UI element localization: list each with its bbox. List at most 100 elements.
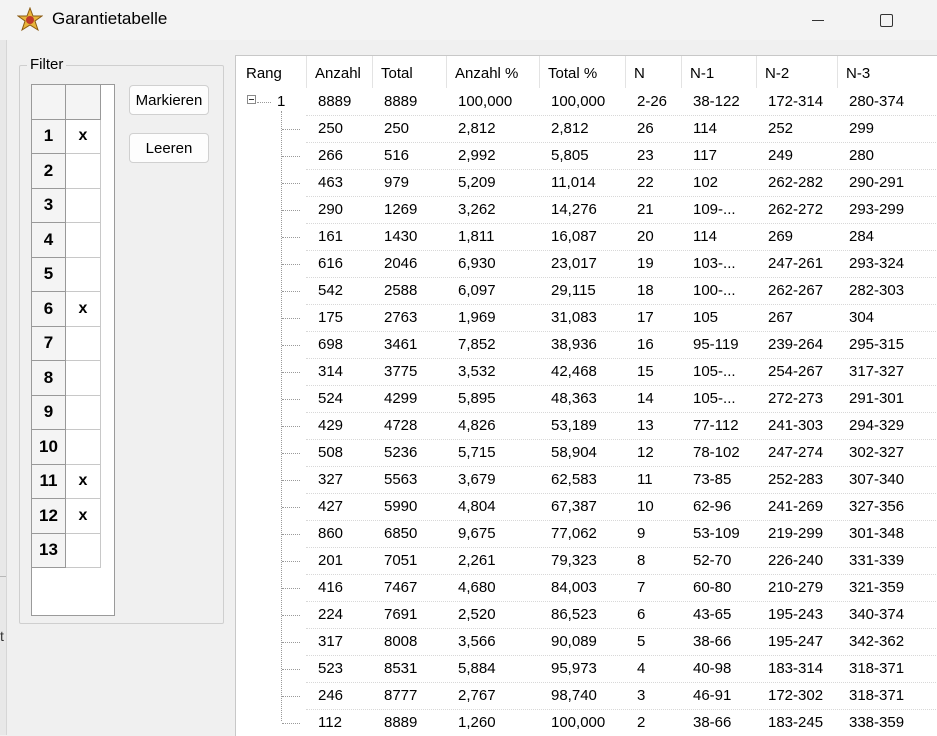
table-row[interactable]: 314 3775 3,532 42,468 15 105-... 254-267 317-32… xyxy=(236,359,937,386)
column-header[interactable]: N-3 xyxy=(846,65,870,82)
filter-row-mark[interactable] xyxy=(66,361,101,396)
row-separator xyxy=(306,412,937,413)
filter-row-mark[interactable] xyxy=(66,430,101,465)
filter-row[interactable]: 12 x xyxy=(32,499,114,534)
filter-row-mark[interactable] xyxy=(66,326,101,361)
filter-row[interactable]: 13 xyxy=(32,533,114,568)
tree-connector xyxy=(282,399,300,400)
filter-row[interactable]: 11 x xyxy=(32,464,114,499)
column-separator[interactable] xyxy=(539,56,540,88)
table-cell: 105 xyxy=(693,309,719,326)
column-header[interactable]: N xyxy=(634,65,645,82)
filter-row-mark[interactable] xyxy=(66,223,101,258)
table-cell: 105-... xyxy=(693,390,736,407)
filter-row[interactable]: 6x xyxy=(32,292,114,327)
table-row[interactable]: 246 8777 2,767 98,740 3 46-91 172-302 318-371 xyxy=(236,683,937,710)
table-row[interactable]: 175 2763 1,969 31,083 17 105 267 304 xyxy=(236,305,937,332)
column-header[interactable]: Rang xyxy=(246,65,282,82)
table-row[interactable]: 427 5990 4,804 67,387 10 62-96 241-269 327-356 xyxy=(236,494,937,521)
table-cell: 2046 xyxy=(384,255,418,272)
column-separator[interactable] xyxy=(372,56,373,88)
table-cell: 8 xyxy=(637,552,646,569)
table-cell: 67,387 xyxy=(551,498,597,515)
guarantee-tree-table[interactable]: Rang Anzahl Total Anzahl % Total % N N-1 N-2 N-3… xyxy=(235,55,937,736)
filter-row[interactable]: 1x xyxy=(32,119,114,154)
table-cell: 5 xyxy=(637,633,646,650)
column-separator[interactable] xyxy=(306,56,307,88)
table-row[interactable]: 508 5236 5,715 58,904 12 78-102 247-274 302-327 xyxy=(236,440,937,467)
table-row[interactable]: 201 7051 2,261 79,323 8 52-70 226-240 331-339 xyxy=(236,548,937,575)
tree-connector xyxy=(282,237,300,238)
filter-row[interactable]: 7 xyxy=(32,326,114,361)
row-separator xyxy=(306,250,937,251)
minimize-button[interactable] xyxy=(798,6,838,34)
table-row[interactable]: 161 1430 1,811 16,087 20 114 269 284 xyxy=(236,224,937,251)
table-row[interactable]: 463 979 5,209 11,014 22 102 262-282 290-291 xyxy=(236,170,937,197)
column-header[interactable]: Anzahl % xyxy=(455,65,518,82)
filter-row-mark[interactable]: x xyxy=(66,499,101,534)
table-row[interactable]: 416 7467 4,680 84,003 7 60-80 210-279 321-359 xyxy=(236,575,937,602)
column-separator[interactable] xyxy=(625,56,626,88)
column-separator[interactable] xyxy=(756,56,757,88)
table-cell: 318-371 xyxy=(849,660,905,677)
tree-connector xyxy=(282,723,300,724)
filter-row-mark[interactable] xyxy=(66,188,101,223)
row-separator xyxy=(306,574,937,575)
filter-row-mark[interactable]: x xyxy=(66,464,101,499)
clear-button[interactable]: Leeren xyxy=(129,133,209,163)
table-row[interactable]: 860 6850 9,675 77,062 9 53-109 219-299 301-348 xyxy=(236,521,937,548)
table-row[interactable]: 250 250 2,812 2,812 26 114 252 299 xyxy=(236,116,937,143)
table-row[interactable]: 224 7691 2,520 86,523 6 43-65 195-243 340-374 xyxy=(236,602,937,629)
table-row[interactable]: 290 1269 3,262 14,276 21 109-... 262-272 293-29… xyxy=(236,197,937,224)
table-cell: 8889 xyxy=(384,714,418,731)
filter-row-mark[interactable] xyxy=(66,533,101,568)
filter-row[interactable]: 5 xyxy=(32,257,114,292)
table-row[interactable]: 542 2588 6,097 29,115 18 100-... 262-267 282-30… xyxy=(236,278,937,305)
table-row[interactable]: 266 516 2,992 5,805 23 117 249 280 xyxy=(236,143,937,170)
table-cell: 103-... xyxy=(693,255,736,272)
filter-row-mark[interactable] xyxy=(66,154,101,189)
table-cell: 2763 xyxy=(384,309,418,326)
table-cell: 307-340 xyxy=(849,471,905,488)
tree-root-row[interactable]: 1 8889 8889 100,000 100,000 2-26 38-122 … xyxy=(236,89,937,116)
filter-row[interactable]: 2 xyxy=(32,154,114,189)
app-logo-icon xyxy=(17,7,43,32)
table-row[interactable]: 698 3461 7,852 38,936 16 95-119 239-264 295-315 xyxy=(236,332,937,359)
column-header[interactable]: Anzahl xyxy=(315,65,361,82)
table-cell: 239-264 xyxy=(768,336,824,353)
table-row[interactable]: 327 5563 3,679 62,583 11 73-85 252-283 307-340 xyxy=(236,467,937,494)
column-header[interactable]: Total xyxy=(381,65,413,82)
filter-row[interactable]: 8 xyxy=(32,361,114,396)
column-header[interactable]: Total % xyxy=(548,65,597,82)
tree-connector xyxy=(282,507,300,508)
table-cell: 13 xyxy=(637,417,654,434)
table-row[interactable]: 523 8531 5,884 95,973 4 40-98 183-314 318-371 xyxy=(236,656,937,683)
filter-grid[interactable]: 1 x 2 3 4 5 6 x 7 8 9 10 11 x 12 x 13 xyxy=(31,84,115,616)
filter-row[interactable]: 3 xyxy=(32,188,114,223)
column-separator[interactable] xyxy=(446,56,447,88)
root-n: 2-26 xyxy=(637,93,668,110)
mark-button[interactable]: Markieren xyxy=(129,85,209,115)
filter-row-mark[interactable]: x xyxy=(66,119,101,154)
table-cell: 5990 xyxy=(384,498,418,515)
filter-row[interactable]: 10 xyxy=(32,430,114,465)
table-row[interactable]: 112 8889 1,260 100,000 2 38-66 183-245 338-359 xyxy=(236,710,937,736)
table-cell: 295-315 xyxy=(849,336,905,353)
table-row[interactable]: 429 4728 4,826 53,189 13 77-112 241-303 294-329 xyxy=(236,413,937,440)
table-cell: 262-267 xyxy=(768,282,824,299)
column-header[interactable]: N-1 xyxy=(690,65,714,82)
table-cell: 9 xyxy=(637,525,646,542)
column-header[interactable]: N-2 xyxy=(765,65,789,82)
column-separator[interactable] xyxy=(837,56,838,88)
filter-row[interactable]: 4 xyxy=(32,223,114,258)
table-row[interactable]: 317 8008 3,566 90,089 5 38-66 195-247 342-362 xyxy=(236,629,937,656)
filter-row[interactable]: 9 xyxy=(32,395,114,430)
column-separator[interactable] xyxy=(681,56,682,88)
maximize-button[interactable] xyxy=(866,6,906,34)
table-row[interactable]: 616 2046 6,930 23,017 19 103-... 247-261 293-32… xyxy=(236,251,937,278)
filter-row-mark[interactable] xyxy=(66,395,101,430)
filter-row-mark[interactable] xyxy=(66,257,101,292)
collapse-icon[interactable] xyxy=(247,95,256,104)
table-row[interactable]: 524 4299 5,895 48,363 14 105-... 272-273 291-30… xyxy=(236,386,937,413)
filter-row-mark[interactable]: x xyxy=(66,292,101,327)
